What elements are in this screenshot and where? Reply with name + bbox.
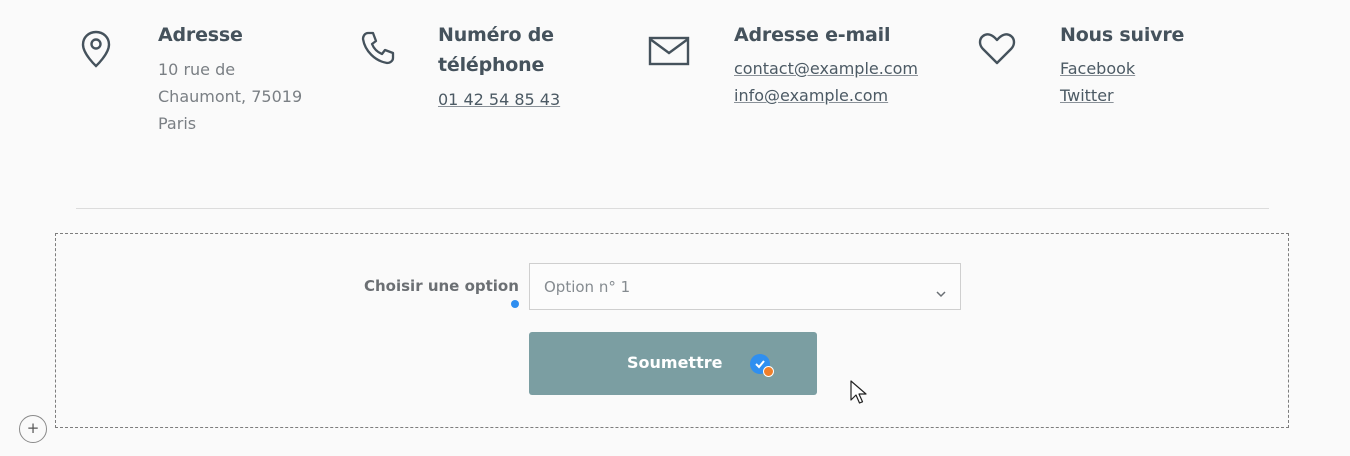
phone-title: Numéro de téléphone <box>438 20 560 80</box>
add-block-button[interactable]: + <box>19 415 47 443</box>
status-dot <box>763 366 774 377</box>
email-link-info[interactable]: info@example.com <box>734 82 918 109</box>
mouse-pointer-icon <box>850 380 868 410</box>
phone-title-line: Numéro de <box>438 24 554 46</box>
social-column: Nous suivre Facebook Twitter <box>1060 20 1184 109</box>
map-pin-icon <box>80 30 112 68</box>
section-divider <box>76 208 1269 209</box>
chevron-down-icon <box>936 283 946 302</box>
heart-icon <box>978 32 1016 66</box>
required-indicator-dot <box>511 300 519 308</box>
address-column: Adresse 10 rue de Chaumont, 75019 Paris <box>158 20 302 137</box>
email-link-contact[interactable]: contact@example.com <box>734 55 918 82</box>
check-badge-icon <box>750 354 774 377</box>
address-text: 10 rue de Chaumont, 75019 Paris <box>158 56 302 137</box>
phone-icon <box>360 30 396 66</box>
submit-label: Soumettre <box>627 353 723 372</box>
address-line: Chaumont, 75019 <box>158 87 303 106</box>
phone-link[interactable]: 01 42 54 85 43 <box>438 86 560 113</box>
submit-button[interactable]: Soumettre <box>529 332 817 395</box>
phone-column: Numéro de téléphone 01 42 54 85 43 <box>438 20 560 113</box>
option-select[interactable]: Option n° 1 <box>529 263 961 310</box>
email-title: Adresse e-mail <box>734 24 891 46</box>
select-label: Choisir une option <box>364 277 519 295</box>
facebook-link[interactable]: Facebook <box>1060 55 1184 82</box>
address-line: Paris <box>158 114 197 133</box>
envelope-icon <box>648 36 690 66</box>
phone-title-line: téléphone <box>438 54 545 76</box>
twitter-link[interactable]: Twitter <box>1060 82 1184 109</box>
address-title: Adresse <box>158 24 243 46</box>
email-column: Adresse e-mail contact@example.com info@… <box>734 20 918 109</box>
select-value: Option n° 1 <box>544 278 631 296</box>
address-line: 10 rue de <box>158 60 236 79</box>
social-title: Nous suivre <box>1060 24 1185 46</box>
